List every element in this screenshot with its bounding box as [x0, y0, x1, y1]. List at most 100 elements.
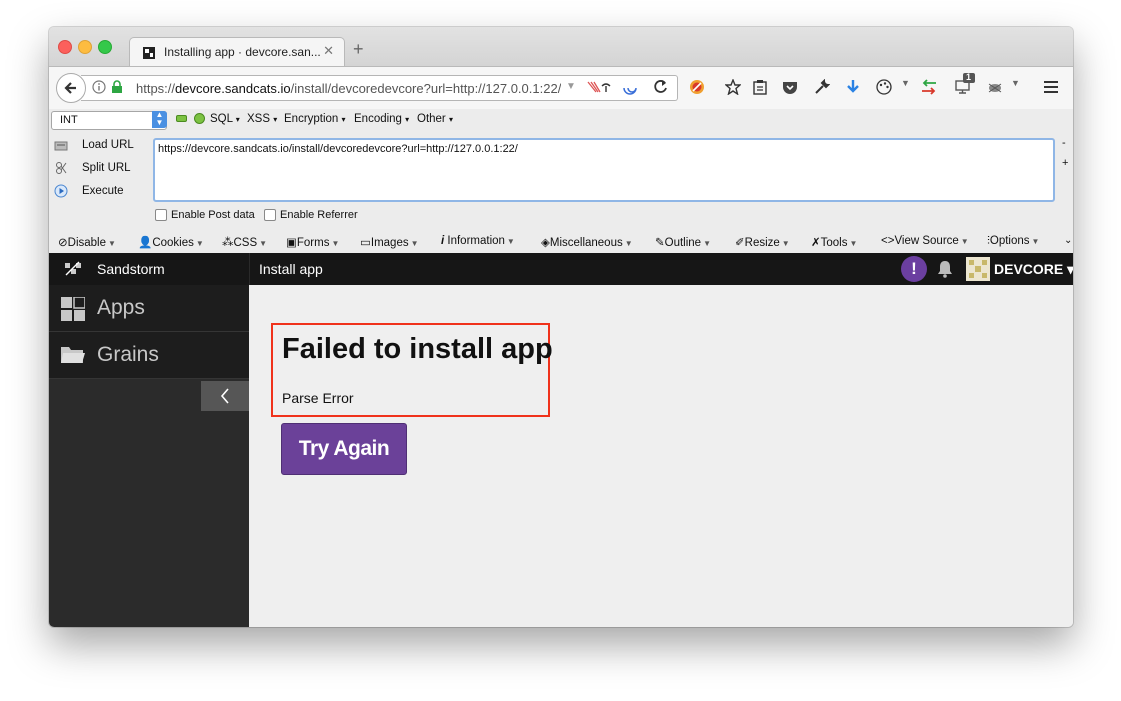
- wd-tools[interactable]: ✗Tools ▼: [811, 235, 857, 249]
- menu-sql[interactable]: SQL ▾: [210, 113, 240, 125]
- wd-cookies[interactable]: 👤Cookies ▼: [138, 235, 204, 249]
- wd-information[interactable]: i Information ▼: [441, 235, 515, 247]
- enable-referrer-checkbox[interactable]: Enable Referrer: [264, 209, 358, 222]
- enable-post-label: Enable Post data: [171, 209, 255, 221]
- wd-forms-label: Forms: [296, 237, 330, 249]
- url-text[interactable]: https://devcore.sandcats.io/install/devc…: [136, 81, 561, 96]
- sidebar-item-apps[interactable]: Apps: [49, 285, 249, 332]
- split-url-label: Split URL: [82, 162, 131, 175]
- menu-other[interactable]: Other ▾: [417, 113, 453, 125]
- nav-bar: https://devcore.sandcats.io/install/devc…: [49, 66, 1073, 110]
- clipboard-icon[interactable]: [752, 79, 768, 95]
- wd-css-label: CSS: [233, 237, 258, 249]
- enable-post-checkbox[interactable]: Enable Post data: [155, 209, 255, 222]
- wd-outline[interactable]: ✎Outline ▼: [655, 235, 711, 249]
- wd-miscellaneous-label: Miscellaneous: [549, 237, 623, 249]
- extension-dropdown-icon[interactable]: ▼: [1011, 78, 1020, 88]
- apps-grid-icon: [61, 297, 85, 321]
- wd-options[interactable]: ⫶Options ▼: [987, 235, 1039, 248]
- minimize-window-button[interactable]: [78, 40, 92, 54]
- ruler-icon: ✐: [735, 237, 745, 249]
- menu-other-label: Other: [417, 113, 446, 125]
- wd-disable[interactable]: ⊘Disable ▼: [58, 235, 116, 249]
- increase-icon[interactable]: [194, 113, 205, 124]
- avatar[interactable]: [966, 257, 990, 281]
- menu-xss-label: XSS: [247, 113, 271, 125]
- network-monitor-icon[interactable]: [954, 73, 976, 95]
- try-again-button[interactable]: Try Again: [281, 423, 407, 475]
- new-tab-button[interactable]: +: [353, 39, 364, 60]
- wd-information-label: Information: [447, 235, 505, 247]
- hackbar-select-value: INT: [60, 114, 78, 126]
- execute-button[interactable]: Execute: [54, 184, 124, 198]
- hackbar-url-textarea[interactable]: https://devcore.sandcats.io/install/devc…: [153, 138, 1055, 202]
- sidebar-item-grains[interactable]: Grains: [49, 332, 249, 379]
- checkbox-box[interactable]: [155, 209, 167, 222]
- url-bar[interactable]: https://devcore.sandcats.io/install/devc…: [81, 75, 678, 101]
- wd-options-label: Options: [989, 235, 1030, 247]
- tab-installing-app[interactable]: Installing app · devcore.san... ✕: [129, 37, 345, 67]
- execute-icon: [54, 184, 68, 198]
- bookmark-star-icon[interactable]: [725, 79, 741, 95]
- blocker-icon[interactable]: [689, 79, 705, 95]
- checkbox-box[interactable]: [264, 209, 276, 222]
- menu-encryption[interactable]: Encryption ▾: [284, 113, 346, 125]
- sandstorm-logo-icon: [65, 261, 81, 276]
- download-icon[interactable]: [845, 79, 861, 95]
- error-title: Failed to install app: [282, 333, 553, 365]
- alert-icon[interactable]: !: [901, 256, 927, 282]
- grow-textarea-button[interactable]: +: [1062, 157, 1068, 169]
- reload-icon[interactable]: [653, 79, 669, 95]
- select-arrows-icon[interactable]: ▲ ▼: [152, 111, 167, 128]
- wd-css[interactable]: ⁂CSS ▼: [222, 235, 267, 249]
- network-count-badge: 1: [966, 72, 972, 82]
- page-title: Install app: [259, 261, 323, 277]
- palette-icon[interactable]: [876, 79, 892, 95]
- sidebar-header[interactable]: Sandstorm: [49, 253, 249, 285]
- sidebar-collapse-button[interactable]: [201, 381, 249, 411]
- wd-forms[interactable]: ▣Forms ▼: [286, 235, 339, 249]
- wd-miscellaneous[interactable]: ◈Miscellaneous ▼: [541, 235, 633, 249]
- url-host: devcore.sandcats.io: [175, 81, 291, 96]
- wd-tools-label: Tools: [820, 237, 848, 249]
- zoom-window-button[interactable]: [98, 40, 112, 54]
- sidebar-brand: Sandstorm: [97, 261, 165, 277]
- wrench-icon[interactable]: [814, 79, 830, 95]
- bug-extension-icon[interactable]: [986, 79, 1004, 95]
- url-scheme: https://: [136, 81, 176, 96]
- forms-icon: ▣: [286, 237, 297, 249]
- magic-wand-icon: ⁂: [222, 237, 234, 249]
- switch-arrows-icon[interactable]: [921, 79, 937, 95]
- wd-view-source[interactable]: <>View Source ▼: [881, 235, 969, 247]
- wd-overflow-chevron-icon[interactable]: ⌄: [1064, 235, 1072, 246]
- hackbar-type-select[interactable]: INT ▲ ▼: [51, 111, 167, 130]
- palette-dropdown-icon[interactable]: ▼: [901, 78, 910, 88]
- page-extension-icon[interactable]: [586, 80, 616, 96]
- split-url-button[interactable]: Split URL: [54, 161, 131, 175]
- shrink-textarea-button[interactable]: -: [1062, 137, 1066, 149]
- menu-encoding[interactable]: Encoding ▾: [354, 113, 409, 125]
- bell-icon[interactable]: [936, 260, 954, 278]
- lock-icon[interactable]: [111, 80, 123, 94]
- execute-label: Execute: [82, 185, 124, 198]
- pocket-icon[interactable]: [782, 79, 798, 95]
- info-icon[interactable]: [92, 80, 106, 94]
- sandstorm-sidebar: Sandstorm Apps Grains: [49, 253, 249, 627]
- wd-images[interactable]: ▭Images ▼: [360, 235, 419, 249]
- url-dropdown-icon[interactable]: ▼: [566, 81, 576, 92]
- hamburger-menu-icon[interactable]: [1043, 79, 1059, 95]
- load-url-label: Load URL: [82, 139, 134, 152]
- disable-icon: ⊘: [58, 237, 68, 249]
- tools-wrench-icon: ✗: [811, 237, 821, 249]
- wd-resize[interactable]: ✐Resize ▼: [735, 235, 790, 249]
- menu-xss[interactable]: XSS ▾: [247, 113, 277, 125]
- load-url-button[interactable]: Load URL: [54, 138, 134, 152]
- decrease-icon[interactable]: [176, 115, 187, 122]
- tab-close-icon[interactable]: ✕: [323, 43, 334, 59]
- reader-extension-icon[interactable]: [621, 80, 641, 96]
- user-menu[interactable]: DEVCORE ▾: [994, 261, 1073, 278]
- close-window-button[interactable]: [58, 40, 72, 54]
- cube-icon: ◈: [541, 237, 550, 249]
- back-button[interactable]: [56, 73, 86, 103]
- tab-title: Installing app · devcore.san...: [164, 45, 321, 59]
